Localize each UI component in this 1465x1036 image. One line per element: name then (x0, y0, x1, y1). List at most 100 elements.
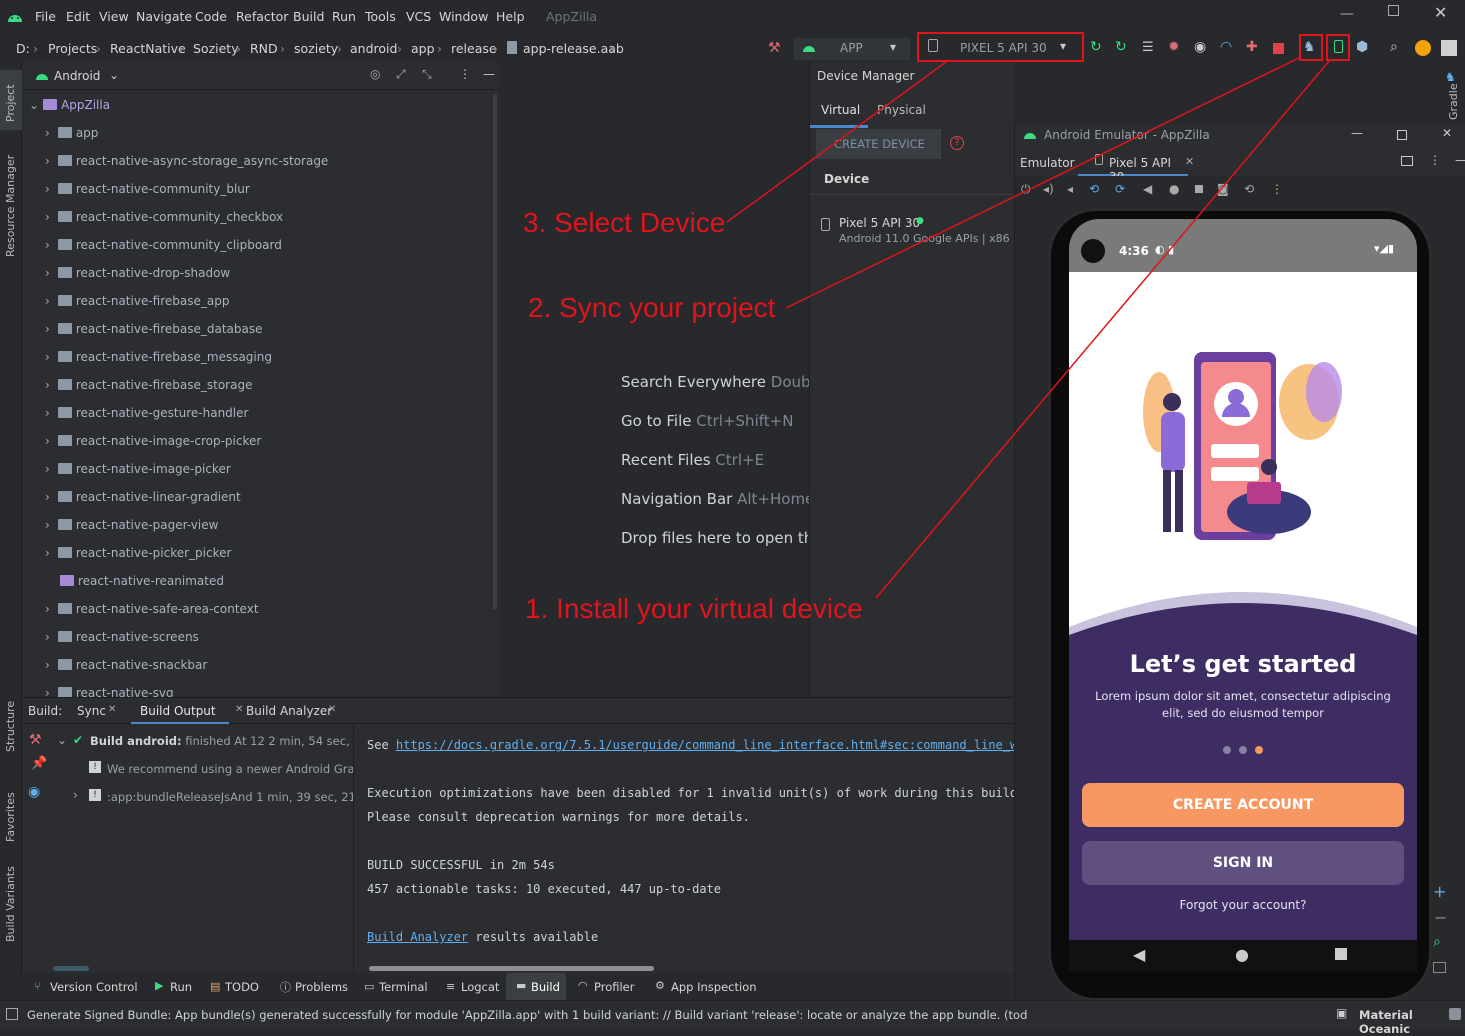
tree-item[interactable]: › react-native-drop-shadow (45, 266, 230, 280)
chevron-right-icon[interactable]: › (45, 546, 50, 560)
more-icon[interactable]: ⋮ (1271, 182, 1283, 196)
theme-icon[interactable] (1449, 1008, 1461, 1020)
breadcrumb-android[interactable]: android (350, 41, 397, 56)
maximize-icon[interactable] (1397, 130, 1407, 140)
expand-all-icon[interactable]: ⤢ (396, 67, 406, 82)
device-manager-button[interactable] (1326, 34, 1350, 61)
tool-profiler[interactable]: Profiler (594, 980, 635, 994)
menu-refactor[interactable]: Refactor (236, 9, 288, 24)
tab-build-output[interactable]: Build Output (131, 698, 229, 724)
chevron-right-icon[interactable]: › (45, 630, 50, 644)
screen-icon[interactable] (1433, 962, 1446, 973)
chevron-down-icon[interactable]: ⌄ (109, 68, 119, 82)
attach-debugger-icon[interactable]: ✚ (1246, 39, 1258, 55)
tree-item[interactable]: › react-native-image-picker (45, 462, 231, 476)
chevron-right-icon[interactable]: › (45, 518, 50, 532)
chevron-right-icon[interactable]: › (45, 238, 50, 252)
help-icon[interactable]: ? (950, 136, 964, 150)
chevron-right-icon[interactable]: › (45, 182, 50, 196)
nav-home-icon[interactable]: ● (1235, 945, 1249, 964)
chevron-right-icon[interactable]: › (45, 434, 50, 448)
locate-icon[interactable]: ◎ (370, 67, 380, 81)
breadcrumb-file[interactable]: app-release.aab (523, 41, 624, 56)
breadcrumb-soziety-lower[interactable]: soziety (294, 41, 338, 56)
close-icon[interactable]: ✕ (1434, 3, 1447, 22)
tree-item[interactable]: › react-native-snackbar (45, 658, 207, 672)
tab-virtual[interactable]: Virtual (810, 98, 868, 128)
device-selector[interactable]: PIXEL 5 API 30 ▾ (922, 38, 1080, 59)
menu-window[interactable]: Window (439, 9, 488, 24)
collapse-all-icon[interactable]: ⤡ (422, 67, 432, 82)
notification-icon[interactable]: ▣ (1336, 1006, 1347, 1020)
menu-tools[interactable]: Tools (365, 9, 396, 24)
tree-item[interactable]: › react-native-community_blur (45, 182, 250, 196)
close-tab-icon[interactable]: ✕ (328, 704, 336, 715)
zoom-fit-icon[interactable]: ⌕ (1433, 934, 1441, 950)
rotate-right-icon[interactable]: ⟳ (1115, 182, 1125, 196)
build-tree-task[interactable]: :app:bundleReleaseJsAnd 1 min, 39 sec, 2… (107, 790, 353, 804)
coverage-icon[interactable]: ◉ (1194, 39, 1206, 55)
nav-recents-icon[interactable] (1335, 948, 1347, 960)
create-device-button[interactable]: CREATE DEVICE (816, 129, 941, 159)
apply-changes-icon[interactable]: ↻ (1090, 39, 1102, 55)
breadcrumb-release[interactable]: release (451, 41, 497, 56)
close-tab-icon[interactable]: ✕ (1185, 155, 1194, 168)
create-account-button[interactable]: CREATE ACCOUNT (1082, 783, 1404, 827)
back-icon[interactable]: ◀ (1143, 182, 1152, 196)
chevron-right-icon[interactable]: › (45, 266, 50, 280)
layout-icon[interactable] (1401, 156, 1413, 166)
resource-manager-tab[interactable]: Resource Manager (4, 155, 17, 257)
breadcrumb-reactnative[interactable]: ReactNative (110, 41, 186, 56)
tree-item[interactable]: › react-native-screens (45, 630, 199, 644)
chevron-right-icon[interactable]: › (45, 350, 50, 364)
chevron-right-icon[interactable]: › (45, 322, 50, 336)
tool-terminal[interactable]: Terminal (379, 980, 428, 994)
sign-in-button[interactable]: SIGN IN (1082, 841, 1404, 885)
close-icon[interactable]: ✕ (1442, 126, 1452, 140)
tree-item[interactable]: react-native-reanimated (60, 574, 224, 588)
breadcrumb-app[interactable]: app (411, 41, 435, 56)
run-config-selector[interactable]: APP ▾ (794, 38, 910, 60)
build-tree-warning[interactable]: We recommend using a newer Android Gradl… (107, 762, 353, 776)
horizontal-scrollbar[interactable] (369, 966, 654, 971)
gradle-icon[interactable]: ♞ (1445, 70, 1456, 84)
structure-tab[interactable]: Structure (4, 701, 17, 752)
tool-build-active[interactable]: ▬ Build (506, 973, 566, 1000)
breadcrumb-rnd[interactable]: RND (250, 41, 278, 56)
tab-sync[interactable]: Sync (77, 704, 106, 718)
sdk-manager-icon[interactable]: ⬢ (1356, 39, 1368, 55)
chevron-right-icon[interactable]: › (45, 490, 50, 504)
scrollbar[interactable] (493, 94, 497, 609)
search-icon[interactable]: ⌕ (1390, 39, 1398, 55)
menu-view[interactable]: View (99, 9, 129, 24)
chevron-right-icon[interactable]: › (45, 658, 50, 672)
chevron-right-icon[interactable]: › (45, 602, 50, 616)
home-icon[interactable]: ● (1169, 182, 1179, 196)
tool-problems[interactable]: Problems (295, 980, 348, 994)
chevron-right-icon[interactable]: › (45, 154, 50, 168)
menu-file[interactable]: File (35, 9, 56, 24)
menu-build[interactable]: Build (293, 9, 324, 24)
breadcrumb-projects[interactable]: Projects (48, 41, 97, 56)
zoom-out-icon[interactable]: − (1434, 908, 1447, 927)
tool-todo[interactable]: TODO (225, 980, 259, 994)
volume-down-icon[interactable]: ◂ (1067, 182, 1073, 196)
minimize-icon[interactable]: — (1351, 126, 1363, 140)
chevron-right-icon[interactable]: › (45, 126, 50, 140)
tree-item[interactable]: › app (45, 126, 98, 140)
menu-help[interactable]: Help (496, 9, 525, 24)
hide-panel-icon[interactable]: — (483, 67, 495, 81)
hammer-icon[interactable]: ⚒ (768, 40, 781, 56)
power-icon[interactable]: ⏻ (1021, 182, 1031, 197)
tool-app-inspection[interactable]: App Inspection (671, 980, 757, 994)
menu-navigate[interactable]: Navigate (136, 9, 192, 24)
favorites-tab[interactable]: Favorites (4, 792, 17, 842)
maximize-icon[interactable] (1388, 5, 1399, 16)
rotate-left-icon[interactable]: ⟲ (1089, 182, 1099, 196)
tab-emulator-device[interactable]: Pixel 5 API 30 ✕ (1078, 148, 1194, 184)
camera-icon[interactable]: ◙ (1217, 182, 1229, 196)
tree-item[interactable]: › react-native-pager-view (45, 518, 218, 532)
device-name[interactable]: Pixel 5 API 30 (839, 216, 920, 230)
horizontal-scrollbar[interactable] (53, 966, 89, 971)
run-list-icon[interactable]: ☰ (1142, 40, 1154, 55)
